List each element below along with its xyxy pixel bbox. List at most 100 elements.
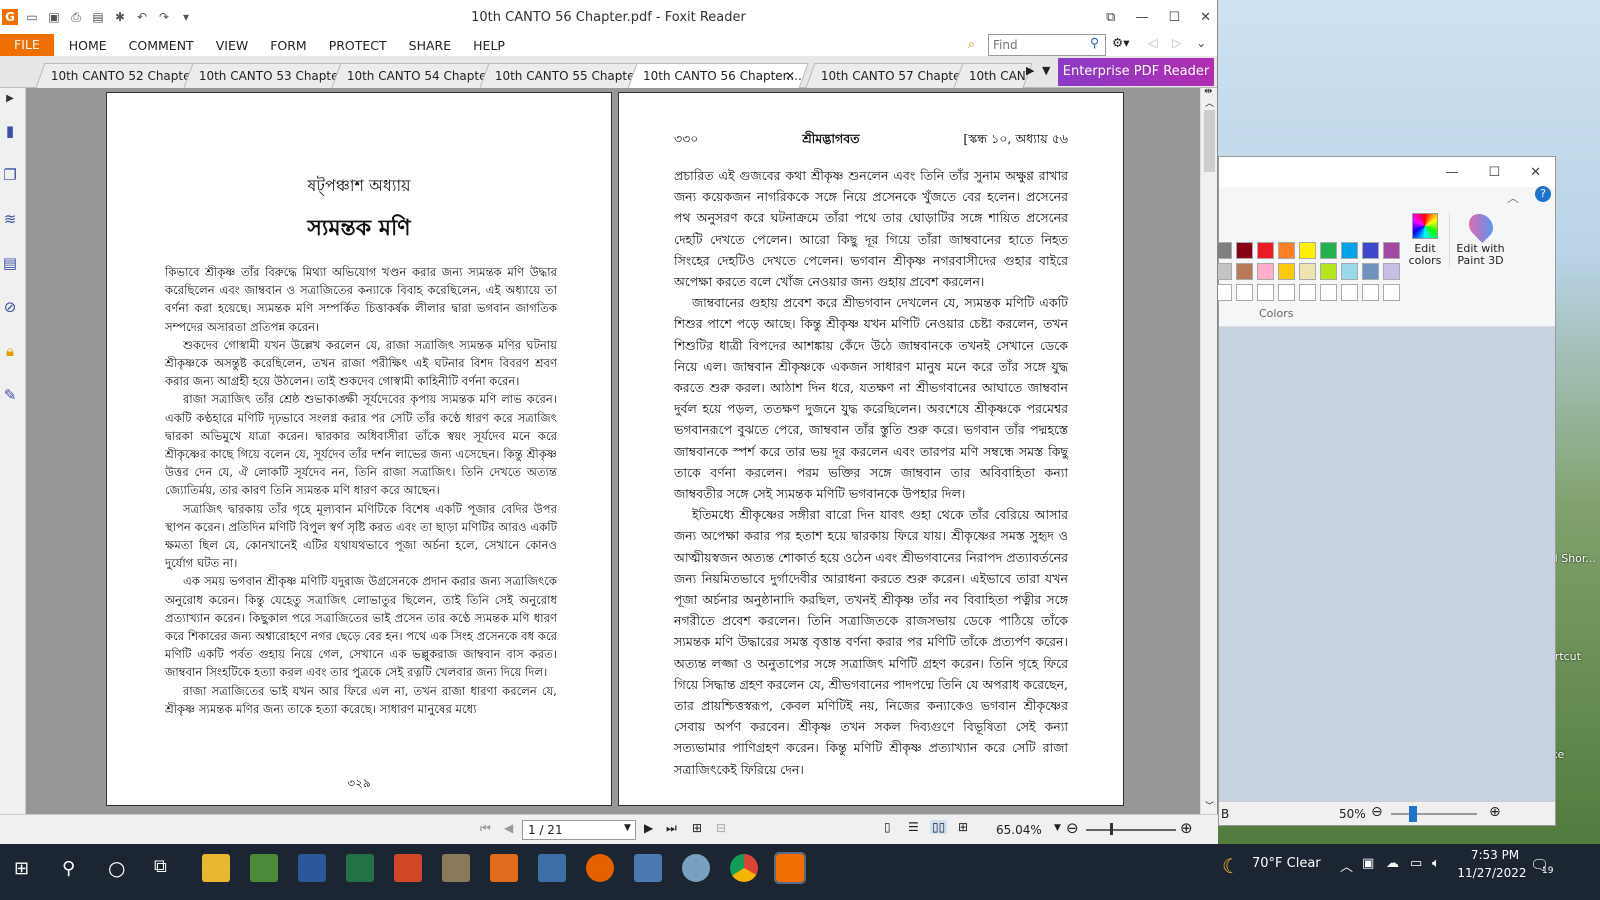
search-taskbar-icon[interactable]: ⚲ (62, 858, 75, 879)
color-swatch[interactable] (1320, 284, 1337, 301)
paint-minimize-button[interactable]: — (1445, 165, 1458, 180)
paint-zoom-out-icon[interactable]: ⊖ (1371, 804, 1383, 820)
page-number-input[interactable]: 1 / 21 (522, 820, 636, 840)
page-dropdown-icon[interactable]: ▼ (624, 823, 631, 833)
zoom-slider[interactable] (1086, 829, 1176, 831)
expand-panel-icon[interactable]: ▶ (1, 90, 19, 108)
powerpoint-icon[interactable] (394, 854, 422, 882)
tab-canto-56[interactable]: 10th CANTO 56 Chapter.... ✕ (627, 63, 809, 89)
color-swatch[interactable] (1278, 242, 1295, 259)
tab-close-icon[interactable]: ✕ (785, 69, 795, 83)
color-swatch[interactable] (1383, 284, 1400, 301)
continuous-icon[interactable]: ☰ (908, 820, 919, 834)
zoom-slider-thumb[interactable] (1110, 823, 1113, 835)
minimize-button[interactable]: — (1135, 10, 1148, 25)
excel-icon[interactable] (346, 854, 374, 882)
scrollbar-thumb[interactable] (1204, 110, 1215, 172)
menu-help[interactable]: HELP (462, 38, 516, 53)
volume-icon[interactable]: 🔈︎ (1432, 856, 1440, 871)
notepad-icon[interactable] (250, 854, 278, 882)
lock-icon[interactable]: 🔒︎ (1, 342, 19, 360)
onedrive-icon[interactable]: ☁ (1386, 856, 1399, 871)
edit-colors-button[interactable]: Edit colors (1407, 213, 1443, 267)
scroll-down-icon[interactable]: ﹀ (1205, 799, 1214, 812)
paint-app-icon[interactable] (682, 854, 710, 882)
color-swatch[interactable] (1341, 284, 1358, 301)
settings-icon[interactable]: ⚙▾ (1112, 35, 1129, 50)
color-swatch[interactable] (1341, 263, 1358, 280)
help-icon[interactable]: ? (1535, 186, 1551, 202)
zoom-dropdown-icon[interactable]: ▼ (1054, 823, 1061, 833)
previous-view-icon[interactable]: ⊞ (692, 821, 702, 835)
search-icon[interactable]: ⚲ (1090, 35, 1099, 50)
cortana-icon[interactable]: ○ (108, 856, 125, 880)
task-view-icon[interactable]: ⧉ (154, 856, 167, 877)
app-icon[interactable] (634, 854, 662, 882)
open-icon[interactable]: ▭ (24, 9, 40, 25)
clock-time[interactable]: 7:53 PM (1464, 848, 1526, 862)
menu-form[interactable]: FORM (259, 38, 318, 53)
bookmark-icon[interactable]: ▮ (1, 122, 19, 140)
single-page-icon[interactable]: ▯ (884, 820, 891, 834)
color-swatch[interactable] (1362, 284, 1379, 301)
color-swatch[interactable] (1257, 263, 1274, 280)
pages-icon[interactable]: ❐ (1, 166, 19, 184)
zoom-level[interactable]: 65.04% (996, 823, 1042, 837)
redo-icon[interactable]: ↷ (156, 9, 172, 25)
tab-scroll-right-icon[interactable]: ▶ (1026, 64, 1034, 77)
paint-canvas-area[interactable] (1219, 327, 1555, 801)
document-viewport[interactable]: ষট্‌পঞ্চাশ অধ্যায় স্যমন্তক মণি কিভাবে শ… (26, 88, 1200, 814)
customize-dropdown-icon[interactable]: ▾ (178, 9, 194, 25)
vertical-scrollbar[interactable]: ⇹ ︿ ﹀ (1200, 86, 1217, 814)
tray-chevron-icon[interactable]: ︿ (1340, 856, 1353, 875)
file-explorer-icon[interactable] (202, 854, 230, 882)
facing-icon[interactable]: ▯▯ (930, 820, 948, 834)
paint-maximize-button[interactable]: ☐ (1488, 165, 1500, 180)
color-swatch[interactable] (1236, 263, 1253, 280)
find-prev-icon[interactable]: ◁ (1148, 35, 1158, 50)
first-page-icon[interactable]: ⏮ (480, 821, 491, 836)
signature-icon[interactable]: ✎ (1, 386, 19, 404)
firefox-icon[interactable] (586, 854, 614, 882)
edit-paint3d-button[interactable]: Edit with Paint 3D (1449, 209, 1511, 267)
clock-date[interactable]: 11/27/2022 (1456, 866, 1528, 880)
save-icon[interactable]: ▣ (46, 9, 62, 25)
menu-comment[interactable]: COMMENT (118, 38, 205, 53)
color-swatch[interactable] (1383, 263, 1400, 280)
scroll-up-icon[interactable]: ︿ (1205, 96, 1214, 109)
menu-share[interactable]: SHARE (398, 38, 462, 53)
color-swatch[interactable] (1299, 242, 1316, 259)
prev-page-icon[interactable]: ◀ (504, 821, 513, 835)
color-swatch[interactable] (1236, 284, 1253, 301)
paint-zoom-slider[interactable] (1391, 813, 1477, 815)
tray-app-icon[interactable]: ▣ (1362, 856, 1374, 871)
ribbon-toggle-icon[interactable]: ⌄ (1196, 35, 1206, 50)
comments-icon[interactable]: ▤ (1, 254, 19, 272)
tab-canto-partial[interactable]: 10th CANTC (953, 63, 1033, 88)
weather-text[interactable]: 70°F Clear (1252, 856, 1321, 871)
color-swatch[interactable] (1320, 263, 1337, 280)
menu-view[interactable]: VIEW (205, 38, 260, 53)
color-swatch[interactable] (1278, 284, 1295, 301)
color-swatch[interactable] (1299, 284, 1316, 301)
menu-protect[interactable]: PROTECT (318, 38, 398, 53)
paint-zoom-thumb[interactable] (1409, 806, 1417, 822)
layers-icon[interactable]: ≋ (1, 210, 19, 228)
close-button[interactable]: ✕ (1200, 10, 1211, 25)
menu-file[interactable]: FILE (0, 34, 54, 56)
start-icon[interactable]: ⊞ (14, 858, 29, 879)
color-swatch[interactable] (1236, 242, 1253, 259)
attachment-icon[interactable]: ⊘ (1, 298, 19, 316)
next-page-icon[interactable]: ▶ (644, 821, 653, 835)
zoom-out-icon[interactable]: ⊖ (1066, 819, 1079, 837)
find-folder-icon[interactable]: ⌕ (968, 36, 975, 52)
color-swatch[interactable] (1341, 242, 1358, 259)
undo-icon[interactable]: ↶ (134, 9, 150, 25)
color-swatch[interactable] (1299, 263, 1316, 280)
enterprise-banner[interactable]: Enterprise PDF Reader (1058, 58, 1214, 86)
color-swatch[interactable] (1362, 263, 1379, 280)
stamp-icon[interactable]: ✱ (112, 9, 128, 25)
word-icon[interactable] (298, 854, 326, 882)
foxit-taskbar-icon[interactable] (774, 852, 806, 884)
color-swatch[interactable] (1278, 263, 1295, 280)
